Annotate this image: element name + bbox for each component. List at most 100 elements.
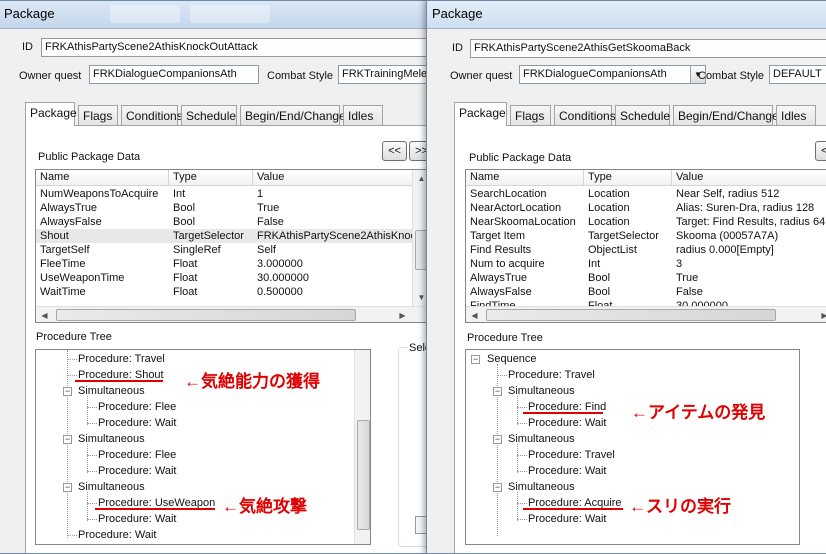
column-header-type[interactable]: Type <box>584 170 672 185</box>
table-row[interactable]: NumWeaponsToAcquire Int 1 <box>36 187 413 201</box>
tree-node-wait[interactable]: Procedure: Wait <box>528 512 606 526</box>
highlight-underline <box>523 412 603 414</box>
tab-conditions[interactable]: Conditions <box>554 105 616 126</box>
tab-flags[interactable]: Flags <box>78 105 118 126</box>
cell-value: 3 <box>676 258 683 270</box>
table-row[interactable]: AlwaysTrue Bool True <box>36 201 413 215</box>
combat-style-value: FRKTrainingMelee <box>342 68 430 80</box>
tree-node-wait[interactable]: Procedure: Wait <box>98 464 176 478</box>
cell-type: TargetSelector <box>588 230 659 242</box>
tab-conditions[interactable]: Conditions <box>121 105 183 126</box>
scroll-thumb[interactable] <box>56 309 356 321</box>
table-row[interactable]: Find Results ObjectList radius 0.000[Emp… <box>466 243 826 257</box>
minus-box-icon[interactable]: − <box>471 355 480 364</box>
tree-line <box>87 396 88 425</box>
horizontal-scrollbar[interactable]: ◀ ▶ <box>466 306 826 322</box>
minus-box-icon[interactable]: − <box>493 435 502 444</box>
table-row[interactable]: Num to acquire Int 3 <box>466 257 826 271</box>
table-row[interactable]: UseWeaponTime Float 30.000000 <box>36 271 413 285</box>
tree-node-flee[interactable]: Procedure: Flee <box>98 448 176 462</box>
table-row[interactable]: SearchLocation Location Near Self, radiu… <box>466 187 826 201</box>
cell-value: False <box>257 216 284 228</box>
annotation-stun-ability: ←気絶能力の獲得 <box>184 372 320 391</box>
combat-style-label: Combat Style <box>698 70 765 82</box>
owner-quest-select[interactable]: FRKDialogueCompanionsAth <box>89 65 259 84</box>
table-row-selected[interactable]: Shout TargetSelector FRKAthisPartyScene2… <box>36 229 413 243</box>
tree-node-wait[interactable]: Procedure: Wait <box>98 416 176 430</box>
public-data-table[interactable]: Name Type Value NumWeaponsToAcquire Int … <box>35 169 429 323</box>
tab-idles[interactable]: Idles <box>343 105 383 126</box>
table-row[interactable]: WaitTime Float 0.500000 <box>36 285 413 299</box>
tree-node-travel[interactable]: Procedure: Travel <box>508 368 595 382</box>
title-bar[interactable]: Package <box>0 1 429 29</box>
combat-style-select[interactable]: DEFAULT <box>769 65 826 84</box>
table-row[interactable]: AlwaysFalse Bool False <box>466 285 826 299</box>
prev-button[interactable]: << <box>815 141 826 161</box>
table-row[interactable]: AlwaysTrue Bool True <box>466 271 826 285</box>
tree-line <box>517 455 527 456</box>
column-header-name[interactable]: Name <box>466 170 584 185</box>
table-row[interactable]: Target Item TargetSelector Skooma (00057… <box>466 229 826 243</box>
column-header-type[interactable]: Type <box>169 170 253 185</box>
tab-schedule[interactable]: Schedule <box>615 105 670 126</box>
tree-line <box>67 359 77 360</box>
table-row[interactable]: FleeTime Float 3.000000 <box>36 257 413 271</box>
tree-node-wait[interactable]: Procedure: Wait <box>98 512 176 526</box>
tree-node-travel[interactable]: Procedure: Travel <box>528 448 615 462</box>
scroll-thumb[interactable] <box>486 309 776 321</box>
id-input[interactable]: FRKAthisPartyScene2AthisKnockOutAttack <box>41 38 429 57</box>
minus-box-icon[interactable]: − <box>493 483 502 492</box>
tab-package[interactable]: Package <box>454 102 507 126</box>
scroll-right-icon[interactable]: ▶ <box>394 307 411 322</box>
vertical-scrollbar[interactable] <box>354 350 370 544</box>
procedure-tree-label: Procedure Tree <box>467 332 543 344</box>
table-row[interactable]: NearSkoomaLocation Location Target: Find… <box>466 215 826 229</box>
table-header: Name Type Value <box>466 170 826 186</box>
cell-name: Target Item <box>470 230 526 242</box>
tab-begin-end-change[interactable]: Begin/End/Change <box>673 105 779 126</box>
tree-line <box>87 407 97 408</box>
tab-begin-end-change[interactable]: Begin/End/Change <box>240 105 346 126</box>
tree-node-wait[interactable]: Procedure: Wait <box>78 528 156 542</box>
tree-node-flee[interactable]: Procedure: Flee <box>98 400 176 414</box>
cell-value: 0.500000 <box>257 286 303 298</box>
scroll-left-icon[interactable]: ◀ <box>466 307 483 322</box>
owner-quest-label: Owner quest <box>19 70 82 82</box>
minus-box-icon[interactable]: − <box>493 387 502 396</box>
faded-background-tab <box>110 5 180 23</box>
id-input[interactable]: FRKAthisPartyScene2AthisGetSkoomaBack <box>470 39 826 58</box>
cell-value: radius 0.000[Empty] <box>676 244 774 256</box>
tree-node-wait[interactable]: Procedure: Wait <box>528 464 606 478</box>
tree-node-travel[interactable]: Procedure: Travel <box>78 352 165 366</box>
prev-button[interactable]: << <box>382 141 407 161</box>
cell-type: SingleRef <box>173 244 221 256</box>
tab-flags[interactable]: Flags <box>510 105 551 126</box>
tree-node-sequence[interactable]: Sequence <box>487 352 537 366</box>
column-header-name[interactable]: Name <box>36 170 169 185</box>
cell-name: FleeTime <box>40 258 86 270</box>
cell-value: 3.000000 <box>257 258 303 270</box>
table-row[interactable]: NearActorLocation Location Alias: Suren-… <box>466 201 826 215</box>
public-package-data-label: Public Package Data <box>38 151 141 163</box>
scroll-thumb[interactable] <box>357 420 370 530</box>
column-header-value[interactable]: Value <box>672 170 826 185</box>
column-header-value[interactable]: Value <box>253 170 429 185</box>
tab-schedule[interactable]: Schedule <box>181 105 237 126</box>
tab-idles[interactable]: Idles <box>776 105 816 126</box>
minus-box-icon[interactable]: − <box>63 483 72 492</box>
public-data-table[interactable]: Name Type Value SearchLocation Location … <box>465 169 826 323</box>
tab-package[interactable]: Package <box>25 102 77 126</box>
owner-quest-select[interactable]: FRKDialogueCompanionsAth ▼ <box>519 65 706 84</box>
minus-box-icon[interactable]: − <box>63 435 72 444</box>
horizontal-scrollbar[interactable]: ◀ ▶ <box>36 306 429 322</box>
tree-line <box>67 535 77 536</box>
tree-node-wait[interactable]: Procedure: Wait <box>528 416 606 430</box>
scroll-right-icon[interactable]: ▶ <box>816 307 826 322</box>
table-row[interactable]: AlwaysFalse Bool False <box>36 215 413 229</box>
table-row[interactable]: TargetSelf SingleRef Self <box>36 243 413 257</box>
scroll-left-icon[interactable]: ◀ <box>36 307 53 322</box>
combat-style-select[interactable]: FRKTrainingMelee <box>338 65 430 84</box>
minus-box-icon[interactable]: − <box>63 387 72 396</box>
cell-value: Target: Find Results, radius 64 <box>676 216 826 228</box>
title-bar[interactable]: Package <box>427 1 826 29</box>
